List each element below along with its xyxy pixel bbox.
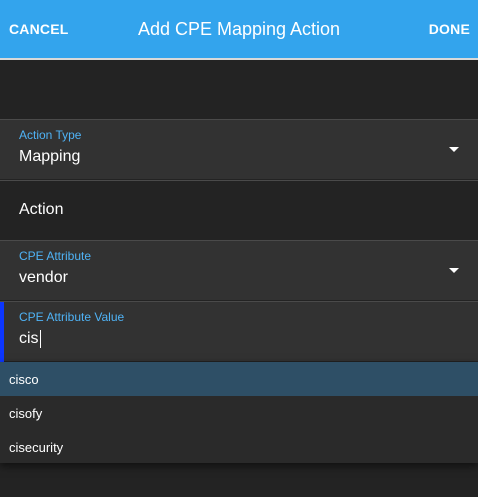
cpe-attribute-value-label: CPE Attribute Value: [19, 310, 125, 324]
done-button[interactable]: DONE: [429, 21, 470, 37]
page-title: Add CPE Mapping Action: [137, 18, 341, 39]
action-type-select[interactable]: Action Type Mapping: [0, 119, 478, 179]
top-app-bar: CANCEL Add CPE Mapping Action DONE: [0, 0, 478, 58]
cancel-button[interactable]: CANCEL: [9, 21, 69, 37]
cpe-attribute-select[interactable]: CPE Attribute vendor: [0, 240, 478, 300]
suggestion-item[interactable]: cisco: [0, 362, 478, 396]
suggestion-item[interactable]: cisecurity: [0, 430, 478, 464]
action-label: Action: [19, 201, 64, 218]
suggestion-item[interactable]: cisofy: [0, 396, 478, 430]
text-cursor: [39, 330, 41, 348]
cpe-attribute-label: CPE Attribute: [19, 249, 92, 263]
autocomplete-list: cisco cisofy cisecurity: [0, 362, 478, 463]
focus-indicator: [0, 302, 4, 362]
cpe-attribute-value-text-wrap: cis: [19, 330, 41, 348]
action-field[interactable]: Action: [0, 180, 478, 240]
cpe-attribute-value-input[interactable]: CPE Attribute Value cis: [0, 301, 478, 362]
chevron-down-icon: [449, 268, 459, 273]
chevron-down-icon: [449, 147, 459, 152]
action-type-value: Mapping: [19, 148, 81, 165]
cpe-attribute-value: vendor: [19, 269, 68, 286]
action-type-label: Action Type: [19, 128, 82, 142]
spacer-area: [0, 60, 478, 119]
cpe-attribute-value-text: cis: [19, 330, 39, 347]
